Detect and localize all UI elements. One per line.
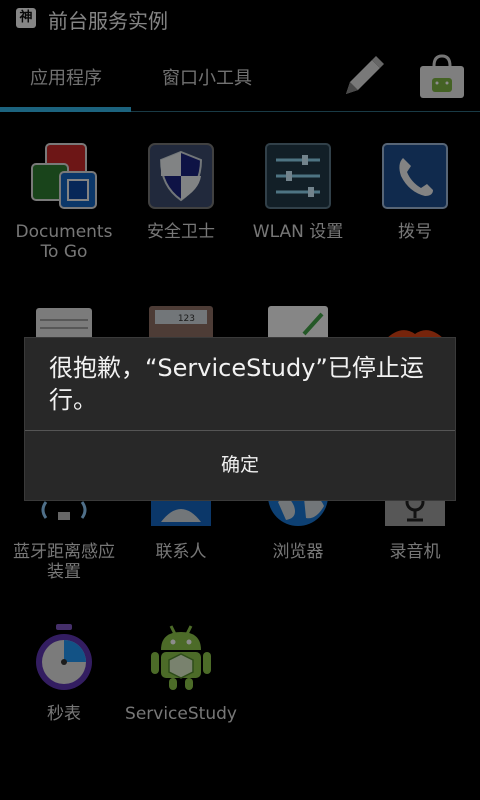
app-stopped-dialog: 很抱歉，“ServiceStudy”已停止运行。 确定: [24, 337, 456, 501]
ok-button[interactable]: 确定: [25, 431, 455, 500]
dialog-message: 很抱歉，“ServiceStudy”已停止运行。: [49, 354, 424, 414]
